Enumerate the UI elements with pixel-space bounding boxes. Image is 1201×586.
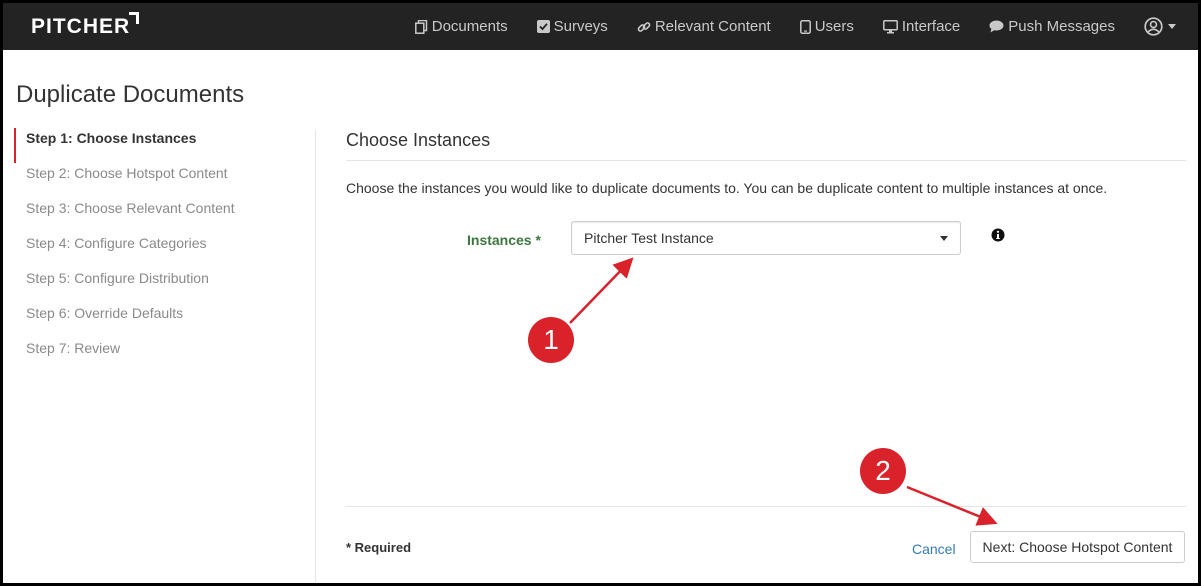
annotation-marker-1: 1 [528,317,574,363]
annotation-arrows [569,257,998,526]
app-window: PITCHER Documents Surveys Relevant Conte… [3,3,1198,583]
annotation-marker-2: 2 [860,448,906,494]
annotation-arrow-2 [906,485,998,526]
annotation-arrow-1 [569,257,634,324]
